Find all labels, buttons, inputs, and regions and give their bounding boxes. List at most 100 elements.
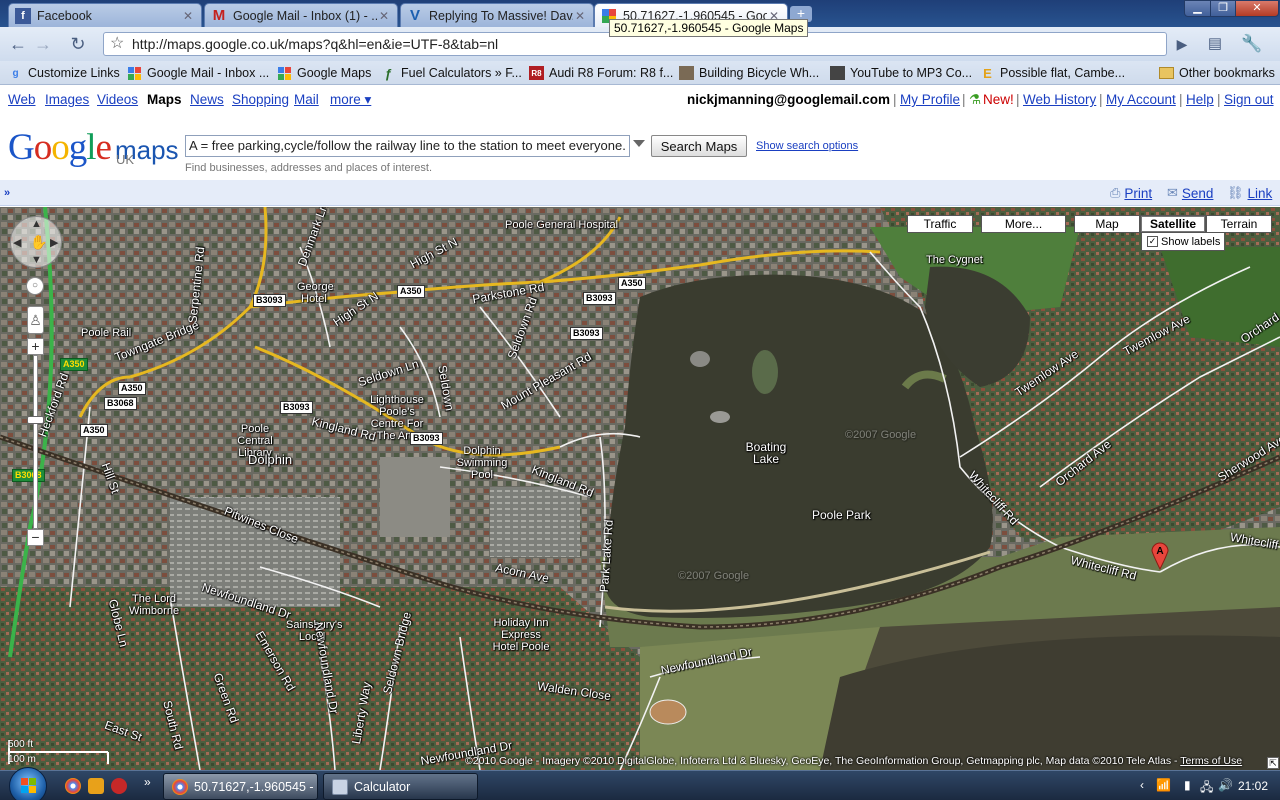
bookmark-item[interactable]: E Possible flat, Cambe...	[980, 64, 1125, 82]
my-account-link[interactable]: My Account	[1106, 92, 1176, 107]
map-type-satellite-button[interactable]: Satellite	[1140, 215, 1206, 233]
zoom-slider-thumb[interactable]	[27, 416, 44, 424]
forward-button[interactable]: →	[31, 33, 55, 55]
media-quicklaunch-icon[interactable]	[88, 778, 104, 794]
reload-button[interactable]: ↻	[66, 33, 90, 55]
gbar-videos[interactable]: Videos	[97, 92, 138, 107]
user-email: nickjmanning@googlemail.com	[687, 92, 890, 107]
reset-view-icon[interactable]: ○	[26, 277, 44, 295]
search-history-dropdown-icon[interactable]	[633, 140, 645, 147]
close-tab-icon[interactable]: ✕	[573, 9, 587, 23]
search-input[interactable]: A = free parking,cycle/follow the railwa…	[185, 135, 630, 157]
network-status-icon[interactable]: 🖧	[1200, 778, 1213, 799]
windows-taskbar: » 50.71627,-1.960545 - ... Calculator ‹ …	[0, 767, 1280, 800]
bicycle-icon	[679, 66, 694, 80]
bookmark-item[interactable]: Google Maps	[277, 64, 371, 82]
google-icon: g	[12, 67, 19, 79]
minimize-button[interactable]: ▁	[1184, 0, 1211, 17]
pan-down-icon[interactable]: ▼	[31, 254, 42, 266]
zoom-out-button[interactable]: −	[27, 529, 44, 546]
tab-gmail[interactable]: M Google Mail - Inbox (1) - ... ✕	[204, 3, 398, 27]
map-type-map-button[interactable]: Map	[1074, 215, 1140, 233]
battery-icon[interactable]: ▮	[1184, 778, 1191, 792]
close-tab-icon[interactable]: ✕	[377, 9, 391, 23]
volume-icon[interactable]: 🔊	[1218, 778, 1233, 792]
help-link[interactable]: Help	[1186, 92, 1214, 107]
pan-up-icon[interactable]: ▲	[31, 218, 42, 230]
fuel-icon: ƒ	[384, 65, 393, 81]
maximize-button[interactable]: ❐	[1210, 0, 1236, 17]
sign-out-link[interactable]: Sign out	[1224, 92, 1274, 107]
send-label: Send	[1181, 185, 1214, 201]
page-menu-icon[interactable]: ▤	[1203, 33, 1227, 55]
network-icon[interactable]: 📶	[1156, 778, 1171, 792]
start-button[interactable]	[9, 767, 47, 800]
other-bookmarks[interactable]: Other bookmarks	[1159, 64, 1275, 82]
bookmark-item[interactable]: YouTube to MP3 Co...	[830, 64, 972, 82]
bookmark-item[interactable]: Building Bicycle Wh...	[679, 64, 819, 82]
expand-panel-icon[interactable]: »	[0, 185, 14, 201]
terms-of-use-link[interactable]: Terms of Use	[1180, 755, 1242, 767]
pan-right-icon[interactable]: ▶	[50, 236, 58, 249]
tab-facebook[interactable]: f Facebook ✕	[8, 3, 202, 27]
back-button[interactable]: ←	[6, 33, 30, 55]
pan-control[interactable]: ▲ ▼ ◀ ▶ ✋	[10, 216, 62, 268]
bookmark-item[interactable]: ƒ Fuel Calculators » F...	[381, 64, 522, 82]
clock[interactable]: 21:02	[1238, 779, 1268, 793]
gbar-images[interactable]: Images	[45, 92, 89, 107]
link-link[interactable]: ⛓ Link	[1227, 185, 1272, 201]
bookmark-label: Building Bicycle Wh...	[699, 66, 820, 80]
tray-overflow-icon[interactable]: ‹	[1140, 778, 1144, 792]
satellite-map[interactable]: Poole General Hospital The Cygnet George…	[0, 207, 1280, 770]
location-marker-a[interactable]: A	[1151, 540, 1169, 570]
close-window-button[interactable]: ✕	[1235, 0, 1279, 17]
road-shield: A350	[118, 382, 146, 395]
road-shield: A350	[618, 277, 646, 290]
gbar-more[interactable]: more ▾	[330, 92, 371, 108]
gbar-news[interactable]: News	[190, 92, 224, 107]
close-tab-icon[interactable]: ✕	[181, 9, 195, 23]
separator: |	[1217, 92, 1221, 107]
tab-label: Google Mail - Inbox (1) - ...	[233, 8, 377, 23]
map-expand-icon[interactable]: ⇱	[1267, 757, 1279, 769]
marker-label: A	[1156, 546, 1163, 557]
gbar-maps: Maps	[147, 92, 182, 107]
quicklaunch-overflow-icon[interactable]: »	[144, 775, 151, 789]
bookmark-item[interactable]: R8 Audi R8 Forum: R8 f...	[529, 64, 673, 82]
street-view-pegman-icon[interactable]: ♙	[27, 306, 44, 334]
taskbar-chrome-window[interactable]: 50.71627,-1.960545 - ...	[163, 773, 318, 800]
gbar-web[interactable]: Web	[8, 92, 36, 107]
taskbar-calculator-window[interactable]: Calculator	[323, 773, 478, 800]
web-history-link[interactable]: Web History	[1023, 92, 1096, 107]
road-shield: A350	[80, 424, 108, 437]
map-label-hospital: Poole General Hospital	[505, 219, 619, 231]
send-link[interactable]: ✉ Send	[1167, 185, 1213, 201]
gmail-icon: M	[212, 7, 226, 24]
youtube-icon	[830, 66, 845, 80]
show-search-options-link[interactable]: Show search options	[756, 140, 858, 152]
search-maps-button[interactable]: Search Maps	[651, 135, 747, 157]
pan-left-icon[interactable]: ◀	[13, 236, 21, 249]
chrome-quicklaunch-icon[interactable]	[65, 778, 81, 794]
map-type-terrain-button[interactable]: Terrain	[1206, 215, 1272, 233]
my-profile-link[interactable]: My Profile	[900, 92, 960, 107]
more-layers-button[interactable]: More...	[981, 215, 1066, 233]
url-text: http://maps.google.co.uk/maps?q&hl=en&ie…	[132, 36, 499, 52]
print-link[interactable]: ⎙ Print	[1110, 185, 1152, 201]
opera-quicklaunch-icon[interactable]	[111, 778, 127, 794]
bookmark-item[interactable]: g Customize Links	[8, 64, 119, 82]
zoom-slider-track[interactable]	[33, 355, 38, 529]
zoom-in-button[interactable]: +	[27, 338, 44, 355]
bookmark-item[interactable]: Google Mail - Inbox ...	[127, 64, 269, 82]
tab-forum[interactable]: V Replying To Massive! Dav... ✕	[400, 3, 594, 27]
traffic-button[interactable]: Traffic	[907, 215, 973, 233]
google-maps-logo[interactable]: Google maps	[8, 126, 179, 169]
show-labels-checkbox[interactable]: ✓ Show labels	[1141, 233, 1225, 251]
wrench-menu-icon[interactable]: 🔧	[1240, 33, 1264, 55]
bookmark-star-icon[interactable]: ☆	[110, 33, 124, 55]
road-shield: B3093	[280, 401, 313, 414]
gbar-shopping[interactable]: Shopping	[232, 92, 289, 107]
gbar-mail[interactable]: Mail	[294, 92, 319, 107]
map-watermark: ©2007 Google	[845, 429, 917, 441]
go-button[interactable]: ▶	[1170, 33, 1194, 55]
